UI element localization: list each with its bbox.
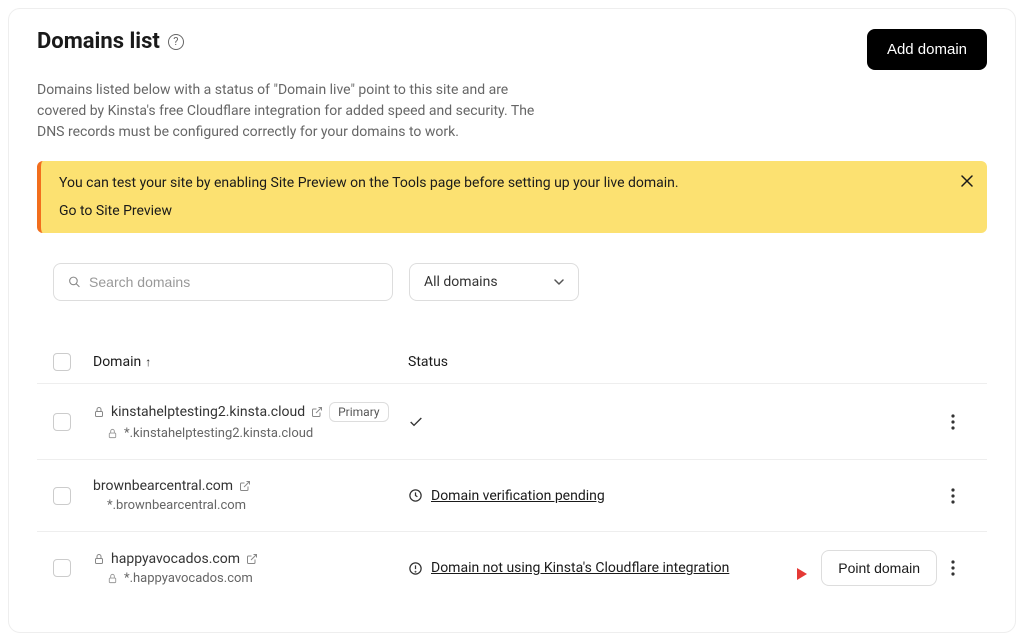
row-checkbox[interactable] (53, 487, 71, 505)
page-title: Domains list (37, 29, 160, 54)
alert-icon (408, 561, 423, 576)
alert-message: You can test your site by enabling Site … (59, 175, 969, 191)
clock-icon (408, 488, 423, 503)
primary-badge: Primary (329, 402, 388, 422)
column-domain[interactable]: Domain ↑ (93, 354, 408, 370)
row-checkbox[interactable] (53, 559, 71, 577)
external-link-icon[interactable] (246, 553, 258, 565)
lock-icon (93, 553, 105, 565)
column-status-label: Status (408, 354, 448, 370)
select-all-checkbox[interactable] (53, 353, 71, 371)
column-status[interactable]: Status (408, 354, 781, 370)
row-menu-button[interactable] (951, 488, 971, 504)
wildcard-domain: *.kinstahelptesting2.kinsta.cloud (124, 426, 313, 441)
lock-icon (93, 406, 105, 418)
status-text[interactable]: Domain verification pending (431, 488, 605, 504)
row-menu-button[interactable] (951, 560, 971, 576)
sort-arrow-up-icon: ↑ (145, 355, 151, 369)
check-icon (408, 414, 424, 430)
wildcard-domain: *.happyavocados.com (124, 571, 253, 586)
table-row: happyavocados.com *.happyavocados.com Do… (37, 532, 987, 604)
add-domain-button[interactable]: Add domain (867, 29, 987, 70)
search-icon (68, 275, 81, 289)
alert-close-button[interactable] (961, 175, 973, 187)
search-input-wrap[interactable] (53, 263, 393, 301)
table-row: kinstahelptesting2.kinsta.cloud Primary … (37, 384, 987, 460)
domain-name: kinstahelptesting2.kinsta.cloud (111, 404, 305, 420)
filter-label: All domains (424, 274, 498, 290)
row-checkbox[interactable] (53, 413, 71, 431)
page-description: Domains listed below with a status of "D… (37, 80, 557, 143)
domain-name: happyavocados.com (111, 551, 240, 567)
info-alert: You can test your site by enabling Site … (37, 161, 987, 233)
point-domain-button[interactable]: Point domain (821, 550, 937, 586)
table-header: Domain ↑ Status (37, 341, 987, 384)
lock-icon (107, 573, 118, 584)
domain-name: brownbearcentral.com (93, 478, 233, 494)
lock-icon (107, 428, 118, 439)
alert-link[interactable]: Go to Site Preview (59, 203, 172, 219)
external-link-icon[interactable] (239, 480, 251, 492)
wildcard-domain: *.brownbearcentral.com (107, 498, 246, 513)
chevron-down-icon (554, 277, 564, 287)
column-domain-label: Domain (93, 354, 141, 370)
search-input[interactable] (89, 274, 378, 290)
help-icon[interactable]: ? (168, 34, 184, 50)
row-menu-button[interactable] (951, 414, 971, 430)
close-icon (961, 175, 973, 187)
table-row: brownbearcentral.com *.brownbearcentral.… (37, 460, 987, 532)
filter-select[interactable]: All domains (409, 263, 579, 301)
external-link-icon[interactable] (311, 406, 323, 418)
status-text[interactable]: Domain not using Kinsta's Cloudflare int… (431, 560, 729, 576)
